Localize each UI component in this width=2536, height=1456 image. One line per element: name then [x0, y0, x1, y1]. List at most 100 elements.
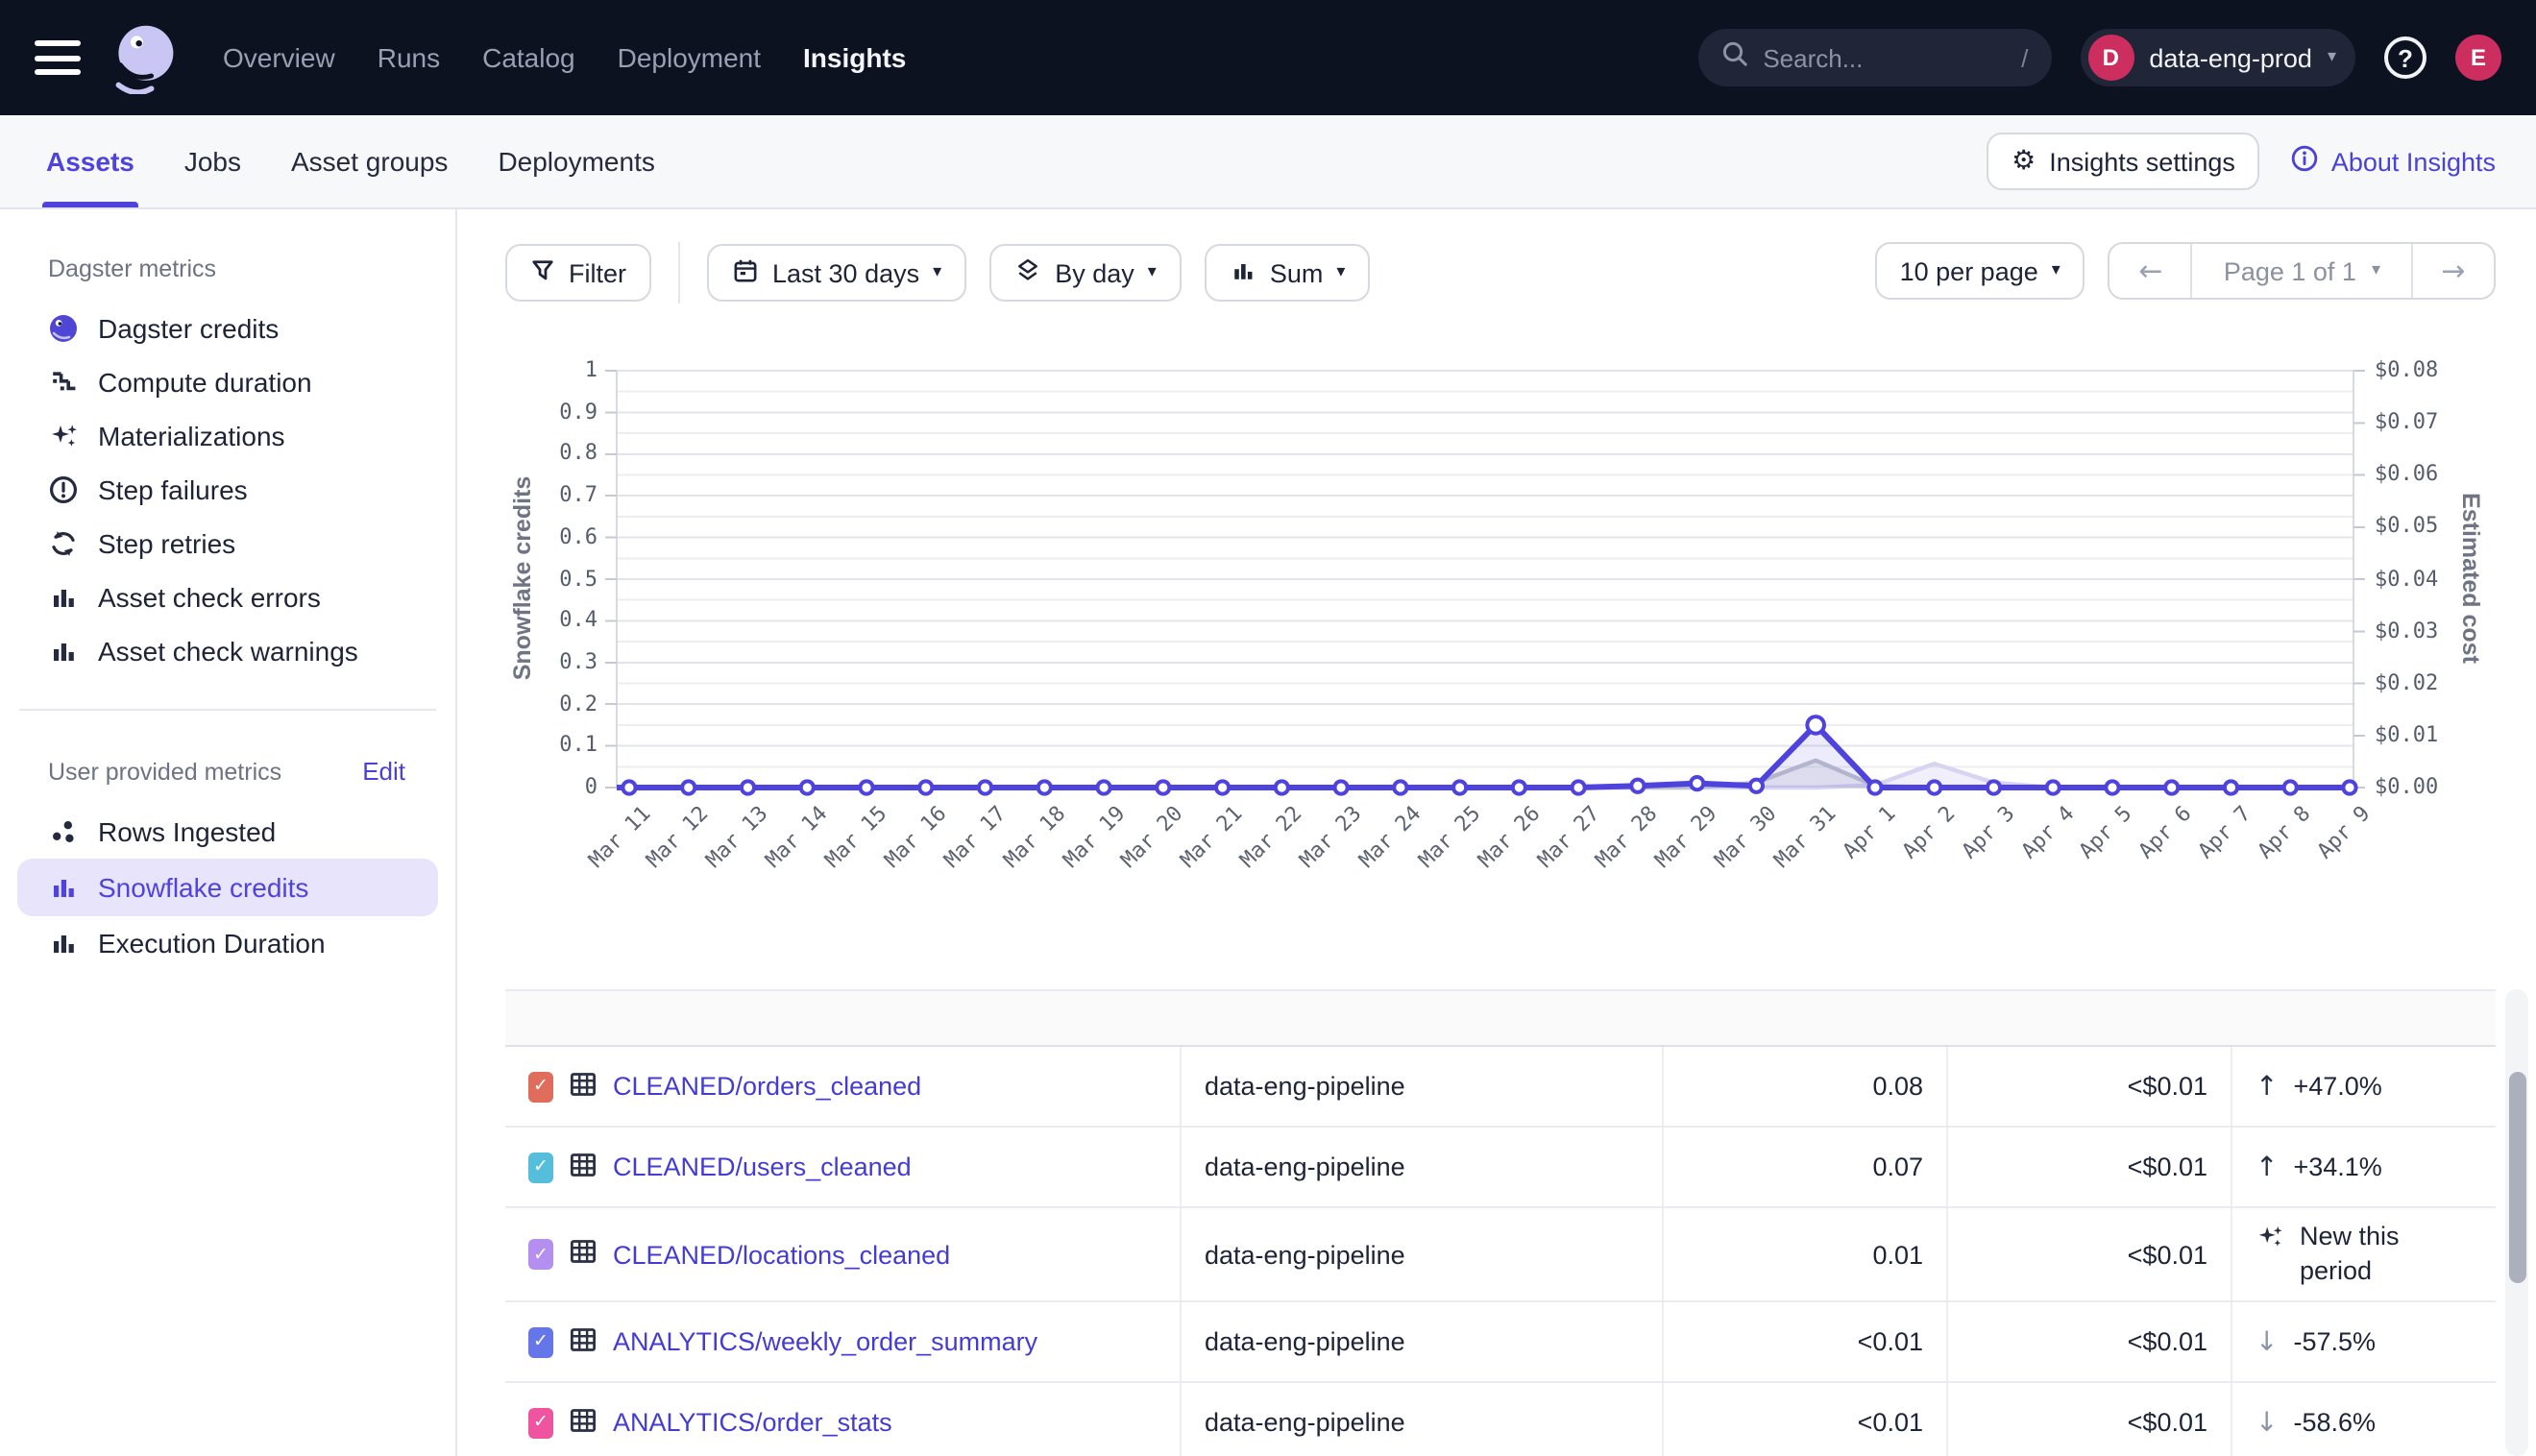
x-axis-tick: Mar 17	[898, 801, 1011, 913]
x-axis-tick: Mar 15	[779, 801, 891, 913]
edit-metrics-link[interactable]: Edit	[362, 757, 405, 786]
asset-link[interactable]: ANALYTICS/weekly_order_summary	[613, 1327, 1037, 1356]
nav-link-deployment[interactable]: Deployment	[618, 42, 761, 73]
tab-jobs[interactable]: Jobs	[184, 115, 241, 207]
sidebar-item-compute-duration[interactable]: Compute duration	[17, 355, 438, 409]
change-cell: ↑+47.0%	[2232, 1047, 2496, 1126]
dots-icon	[48, 816, 79, 847]
table-row: ✓CLEANED/users_cleaneddata-eng-pipeline0…	[505, 1128, 2496, 1208]
about-insights-link[interactable]: About Insights	[2291, 144, 2496, 179]
sidebar-section-title-2: User provided metrics Edit	[48, 757, 409, 786]
x-axis-tick: Mar 26	[1431, 801, 1544, 913]
chart-data-point	[1453, 781, 1466, 793]
code-location-cell: data-eng-pipeline	[1182, 1302, 1664, 1381]
date-range-dropdown[interactable]: Last 30 days ▾	[707, 244, 966, 302]
info-icon	[2291, 144, 2320, 179]
nav-link-insights[interactable]: Insights	[803, 42, 906, 73]
nav-link-overview[interactable]: Overview	[223, 42, 335, 73]
nav-link-catalog[interactable]: Catalog	[482, 42, 575, 73]
page-indicator-dropdown[interactable]: Page 1 of 1 ▾	[2191, 244, 2413, 298]
chart-data-point	[1691, 777, 1703, 789]
estimated-cost-cell: <$0.01	[1948, 1128, 2232, 1206]
chart-data-point	[1573, 781, 1585, 793]
left-axis-tick: 0.9	[509, 399, 597, 424]
x-axis-tick: Mar 18	[957, 801, 1069, 913]
chart-series-line	[617, 764, 2353, 788]
sidebar-item-dagster-credits[interactable]: Dagster credits	[17, 302, 438, 355]
tab-deployments[interactable]: Deployments	[498, 115, 654, 207]
aggregation-dropdown[interactable]: Sum ▾	[1205, 244, 1371, 302]
group-by-dropdown[interactable]: By day ▾	[989, 244, 1182, 302]
left-axis-tick: 0.7	[509, 482, 597, 507]
row-checkbox[interactable]: ✓	[528, 1071, 553, 1102]
row-checkbox[interactable]: ✓	[528, 1239, 553, 1270]
x-axis-tick: Mar 14	[719, 801, 832, 913]
left-axis-tick: 0.8	[509, 441, 597, 466]
scrollbar-thumb[interactable]	[2508, 1072, 2525, 1283]
menu-icon[interactable]	[35, 40, 81, 75]
sidebar-item-step-failures[interactable]: Step failures	[17, 463, 438, 517]
row-checkbox[interactable]: ✓	[528, 1326, 553, 1357]
asset-link[interactable]: ANALYTICS/order_stats	[613, 1408, 892, 1437]
estimated-cost-cell: <$0.01	[1948, 1208, 2232, 1300]
tab-asset-groups[interactable]: Asset groups	[291, 115, 448, 207]
sidebar-item-execution-duration[interactable]: Execution Duration	[17, 916, 438, 970]
sidebar-item-asset-check-errors[interactable]: Asset check errors	[17, 570, 438, 624]
code-location-cell: data-eng-pipeline	[1182, 1128, 1664, 1206]
chart-data-point	[1807, 716, 1824, 734]
asset-link[interactable]: CLEANED/users_cleaned	[613, 1153, 912, 1181]
sidebar-item-step-retries[interactable]: Step retries	[17, 517, 438, 570]
chart-data-point	[2225, 781, 2237, 793]
snowflake-credits-cell: <0.01	[1664, 1383, 1948, 1456]
sidebar-item-label: Rows Ingested	[98, 816, 276, 847]
tabs: Assets Jobs Asset groups Deployments	[46, 115, 655, 207]
assets-table: ✓ CLEANED/orders_cleaned data-eng-pipeline…	[505, 989, 2496, 1456]
per-page-dropdown[interactable]: 10 per page ▾	[1875, 242, 2085, 300]
bar-chart-icon	[48, 582, 79, 613]
chevron-down-icon: ▾	[1148, 263, 1157, 282]
sidebar-item-asset-check-warnings[interactable]: Asset check warnings	[17, 624, 438, 678]
user-avatar[interactable]: E	[2455, 35, 2501, 81]
asset-link[interactable]: CLEANED/orders_cleaned	[613, 1072, 921, 1101]
next-page-button[interactable]: →	[2413, 244, 2494, 298]
scrollbar-track[interactable]	[2505, 989, 2528, 1456]
chart-data-point	[1928, 781, 1940, 793]
sidebar-item-label: Dagster credits	[98, 313, 279, 344]
grid-table-icon	[569, 1069, 597, 1104]
x-axis-tick: Mar 16	[839, 801, 951, 913]
code-location-cell: data-eng-pipeline	[1182, 1208, 1664, 1300]
search-placeholder: Search...	[1763, 43, 2006, 72]
chart-data-point	[622, 781, 635, 793]
search-input[interactable]: Search... /	[1697, 29, 2051, 86]
left-axis-tick: 1	[509, 357, 597, 382]
nav-right: Search... / D data-eng-prod ▾ ? E	[1697, 29, 2501, 86]
pagination-toolbar: 10 per page ▾ ← Page 1 of 1 ▾ →	[1875, 242, 2496, 300]
chart-data-point	[1335, 781, 1348, 793]
row-checkbox[interactable]: ✓	[528, 1407, 553, 1438]
prev-page-button[interactable]: ←	[2110, 244, 2191, 298]
x-axis-tick: Mar 24	[1313, 801, 1426, 913]
asset-link[interactable]: CLEANED/locations_cleaned	[613, 1240, 950, 1269]
right-axis-tick: $0.03	[2375, 618, 2438, 643]
help-icon[interactable]: ?	[2384, 36, 2426, 79]
sidebar-item-snowflake-credits[interactable]: Snowflake credits	[17, 859, 438, 916]
nav-links: Overview Runs Catalog Deployment Insights	[223, 42, 906, 73]
left-axis-tick: 0.5	[509, 566, 597, 591]
sidebar-item-label: Step retries	[98, 528, 235, 559]
tab-assets[interactable]: Assets	[46, 115, 134, 207]
sidebar-item-rows-ingested[interactable]: Rows Ingested	[17, 805, 438, 859]
left-axis-tick: 0.1	[509, 733, 597, 758]
right-axis-tick: $0.05	[2375, 514, 2438, 539]
insights-settings-button[interactable]: ⚙ Insights settings	[1987, 133, 2260, 190]
right-axis-tick: $0.06	[2375, 462, 2438, 487]
left-axis-title: Snowflake credits	[509, 476, 536, 681]
search-icon	[1720, 39, 1747, 76]
row-checkbox[interactable]: ✓	[528, 1152, 553, 1182]
right-axis-tick: $0.01	[2375, 722, 2438, 747]
sidebar-item-materializations[interactable]: Materializations	[17, 409, 438, 463]
filter-button[interactable]: Filter	[505, 244, 651, 302]
nav-link-runs[interactable]: Runs	[378, 42, 440, 73]
sidebar-section-title: Dagster metrics	[48, 255, 409, 282]
deployment-switcher[interactable]: D data-eng-prod ▾	[2080, 29, 2355, 86]
insights-page: Overview Runs Catalog Deployment Insights Se…	[0, 0, 2536, 1456]
